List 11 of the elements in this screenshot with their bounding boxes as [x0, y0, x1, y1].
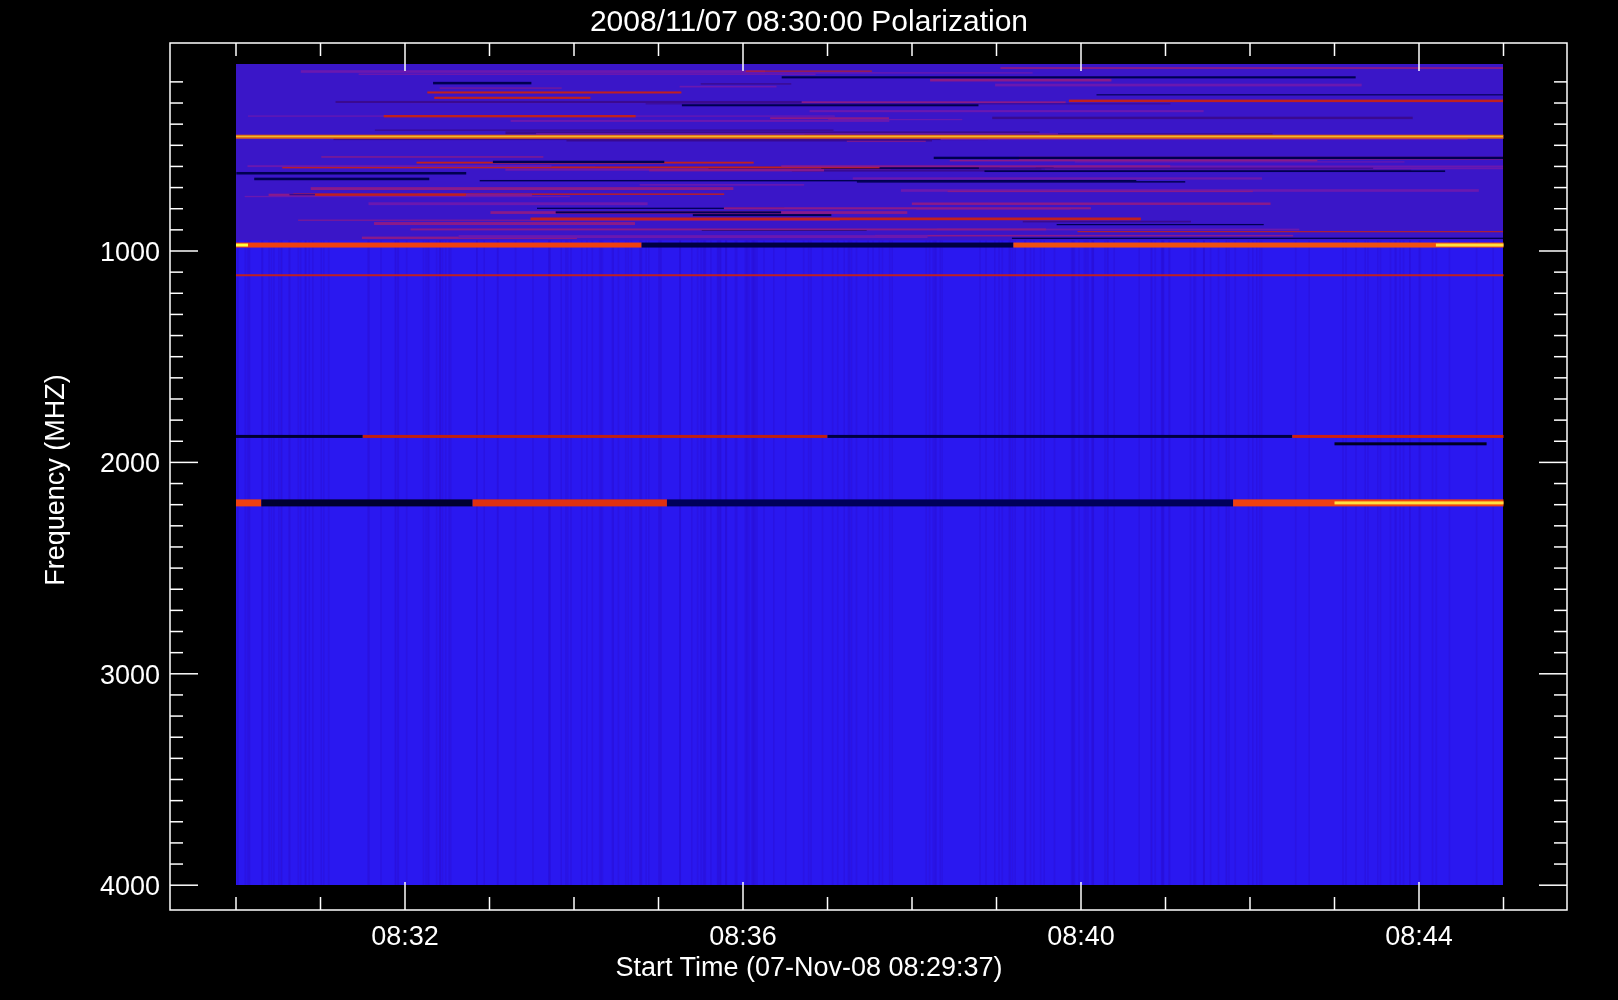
- tick-label: 3000: [99, 659, 160, 690]
- tick-label: 1000: [99, 237, 160, 267]
- tick-label: 2000: [99, 448, 160, 479]
- tick-label: 4000: [99, 871, 160, 902]
- tick-label: 08:36: [709, 921, 777, 951]
- axis-title: Start Time (07-Nov-08 08:29:37): [615, 952, 1003, 982]
- tick-label: 08:40: [1047, 921, 1115, 951]
- chart-title: 2008/11/07 08:30:00 Polarization: [589, 4, 1029, 37]
- tick-label: 08:32: [371, 921, 439, 951]
- axis-title: Frequency (MHZ): [40, 374, 70, 586]
- tick-label: 08:44: [1385, 921, 1453, 951]
